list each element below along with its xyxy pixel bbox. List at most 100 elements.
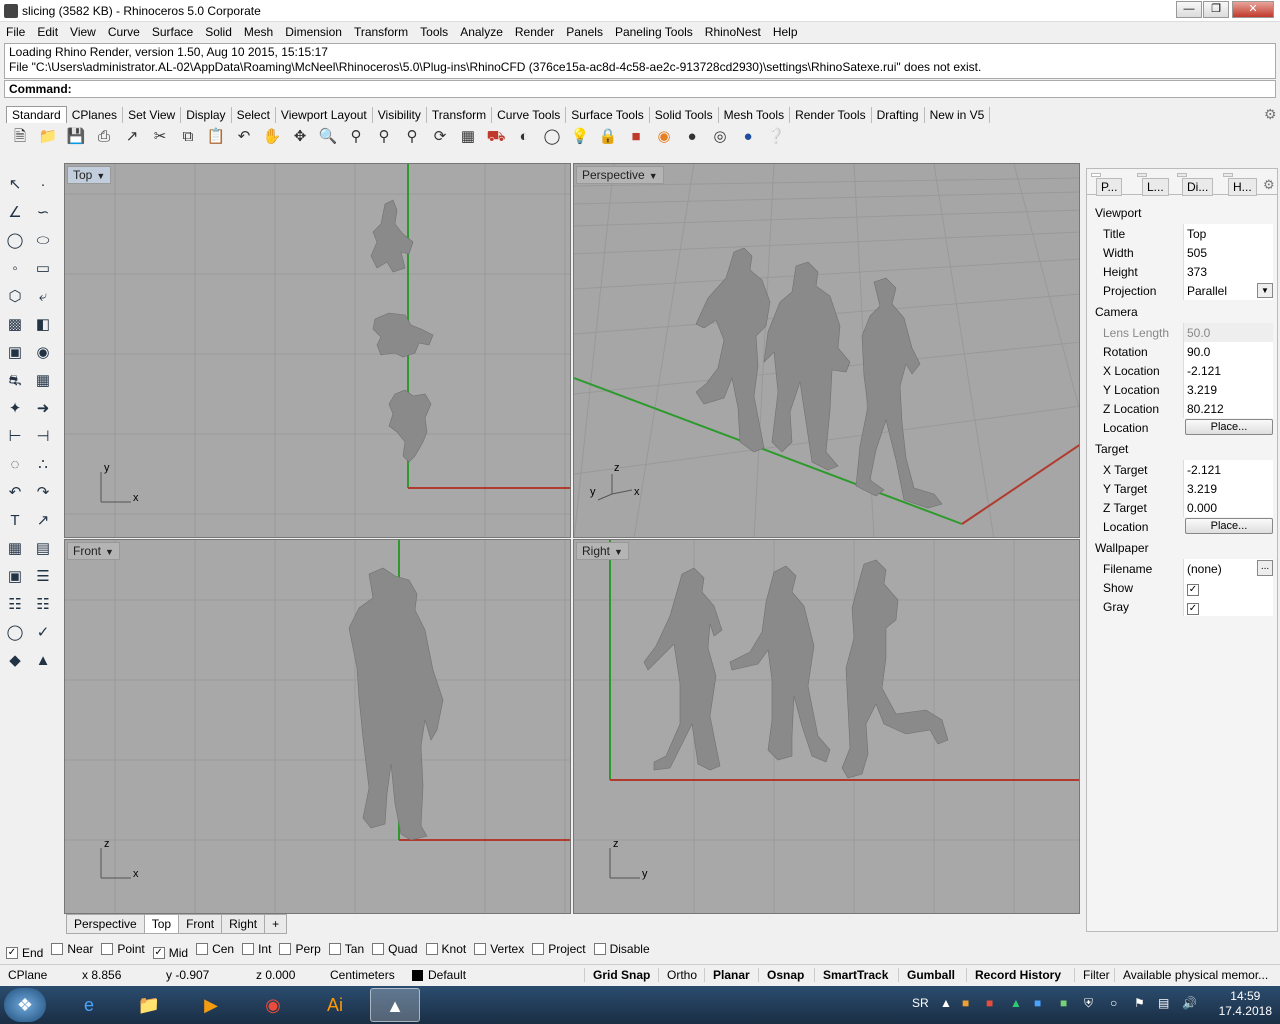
target-place-button[interactable]: Place... — [1185, 518, 1273, 534]
menu-paneling-tools[interactable]: Paneling Tools — [609, 22, 699, 39]
lock-object-icon[interactable]: 🔒 — [597, 126, 619, 148]
browse-button[interactable]: ... — [1257, 560, 1273, 576]
viewport-top[interactable]: y x Top ▼ — [64, 163, 571, 538]
new-icon[interactable]: 🗎 — [9, 126, 31, 148]
surface-icon[interactable]: ▩ — [4, 314, 26, 336]
rhino-taskbar-icon[interactable]: ▲ — [370, 988, 420, 1022]
show-checkbox[interactable]: ✓ — [1187, 584, 1199, 596]
tab-standard[interactable]: Standard — [6, 106, 67, 123]
x-target-field[interactable]: -2.121 — [1183, 460, 1273, 479]
import-icon[interactable]: ↗ — [121, 126, 143, 148]
zoom-selected-icon[interactable]: ⚲ — [401, 126, 423, 148]
material-icon[interactable]: ◎ — [709, 126, 731, 148]
checkbox[interactable] — [51, 943, 64, 955]
viewport-front[interactable]: z x Front ▼ — [64, 539, 571, 914]
chevron-down-icon[interactable]: ▼ — [1257, 283, 1273, 298]
menu-render[interactable]: Render — [509, 22, 560, 39]
dimension-icon[interactable]: ↗ — [32, 510, 54, 532]
gray-checkbox[interactable]: ✓ — [1187, 603, 1199, 615]
cplane-label[interactable]: CPlane — [8, 968, 47, 982]
language-indicator[interactable]: SR — [912, 996, 929, 1010]
osnap-int[interactable]: Int — [242, 942, 271, 956]
tab-new-in-v5[interactable]: New in V5 — [925, 107, 991, 123]
menu-panels[interactable]: Panels — [560, 22, 609, 39]
media-player-icon[interactable]: ▶ — [186, 988, 236, 1022]
ie-icon[interactable]: e — [64, 988, 114, 1022]
explode-icon[interactable]: ∴ — [32, 454, 54, 476]
pan-icon[interactable]: ✋ — [261, 126, 283, 148]
tab-viewport-layout[interactable]: Viewport Layout — [276, 107, 373, 123]
menu-mesh[interactable]: Mesh — [238, 22, 279, 39]
tab-help[interactable]: ❔ H... — [1223, 173, 1257, 196]
panel-gear-icon[interactable]: ⚙ — [1263, 177, 1275, 193]
volume-icon[interactable]: 🔊 — [1182, 996, 1197, 1010]
vp-tab-perspective[interactable]: Perspective — [66, 914, 145, 934]
tab-curve-tools[interactable]: Curve Tools — [492, 107, 567, 123]
tab-display[interactable]: Display — [181, 107, 232, 123]
render-preview-icon[interactable]: ● — [681, 126, 703, 148]
open-icon[interactable]: 📁 — [37, 126, 59, 148]
text-icon[interactable]: T — [4, 510, 26, 532]
checkbox[interactable] — [242, 943, 255, 955]
ellipse-icon[interactable]: ⬭ — [32, 230, 54, 252]
close-button[interactable]: ✕ — [1232, 1, 1274, 18]
gear-icon[interactable]: ⚙ — [1264, 106, 1277, 123]
rebuild-icon[interactable]: ↷ — [32, 482, 54, 504]
array-icon[interactable]: ▦ — [4, 538, 26, 560]
help-icon[interactable]: ❔ — [765, 126, 787, 148]
osnap-quad[interactable]: Quad — [372, 942, 418, 956]
tab-layers[interactable]: ■ L... — [1137, 173, 1169, 196]
checkbox[interactable] — [425, 943, 438, 955]
rotation-field[interactable]: 90.0 — [1183, 342, 1273, 361]
project-icon[interactable]: ▤ — [32, 538, 54, 560]
checkbox[interactable] — [101, 943, 114, 955]
menu-help[interactable]: Help — [767, 22, 804, 39]
tab-visibility[interactable]: Visibility — [373, 107, 427, 123]
checkbox[interactable] — [196, 943, 209, 955]
action-center-icon[interactable]: ⚑ — [1134, 996, 1145, 1010]
chrome-icon[interactable]: ◉ — [248, 988, 298, 1022]
menu-transform[interactable]: Transform — [348, 22, 414, 39]
tray-skype-icon[interactable]: ○ — [1110, 996, 1117, 1010]
z-target-field[interactable]: 0.000 — [1183, 498, 1273, 517]
checkbox[interactable] — [593, 943, 606, 955]
y-location-field[interactable]: 3.219 — [1183, 380, 1273, 399]
viewport-right[interactable]: z y Right ▼ — [573, 539, 1080, 914]
smarttrack-button[interactable]: SmartTrack — [814, 968, 888, 982]
osnap-end[interactable]: ✓ End — [6, 946, 43, 960]
osnap-perp[interactable]: Perp — [279, 942, 321, 956]
trim-icon[interactable]: ⊣ — [32, 426, 54, 448]
transform-icon[interactable]: ✦ — [4, 398, 26, 420]
z-location-field[interactable]: 80.212 — [1183, 399, 1273, 418]
move-icon[interactable]: ✥ — [289, 126, 311, 148]
filter-button[interactable]: Filter — [1074, 968, 1110, 982]
tray-nvidia-icon[interactable]: ■ — [1060, 996, 1067, 1010]
cut-icon[interactable]: ✂ — [149, 126, 171, 148]
tray-drive-icon[interactable]: ▲ — [1010, 996, 1022, 1010]
polyline-icon[interactable]: ∠ — [4, 202, 26, 224]
paint-icon[interactable]: ▲ — [32, 650, 54, 672]
checkbox[interactable] — [532, 943, 545, 955]
lock-icon[interactable]: ◯ — [541, 126, 563, 148]
osnap-cen[interactable]: Cen — [196, 942, 234, 956]
sphere-render-icon[interactable]: ● — [737, 126, 759, 148]
group-icon[interactable]: ◌ — [4, 454, 26, 476]
menu-solid[interactable]: Solid — [199, 22, 238, 39]
save-icon[interactable]: 💾 — [65, 126, 87, 148]
osnap-near[interactable]: Near — [51, 942, 93, 956]
width-field[interactable]: 505 — [1183, 243, 1273, 262]
box-icon[interactable]: ▣ — [4, 342, 26, 364]
menu-rhinonest[interactable]: RhinoNest — [699, 22, 767, 39]
osnap-mid[interactable]: ✓ Mid — [152, 946, 188, 960]
contour-icon[interactable]: ☰ — [32, 566, 54, 588]
gumball-button[interactable]: Gumball — [898, 968, 955, 982]
command-history[interactable]: Loading Rhino Render, version 1.50, Aug … — [4, 43, 1276, 79]
height-field[interactable]: 373 — [1183, 262, 1273, 281]
tab-transform[interactable]: Transform — [427, 107, 493, 123]
checkbox[interactable]: ✓ — [6, 947, 18, 959]
tray-pdf-icon[interactable]: ■ — [986, 996, 993, 1010]
block-icon[interactable]: ▣ — [4, 566, 26, 588]
osnap-project[interactable]: Project — [532, 942, 586, 956]
start-button[interactable]: ❖ — [4, 988, 46, 1022]
tab-mesh-tools[interactable]: Mesh Tools — [719, 107, 791, 123]
